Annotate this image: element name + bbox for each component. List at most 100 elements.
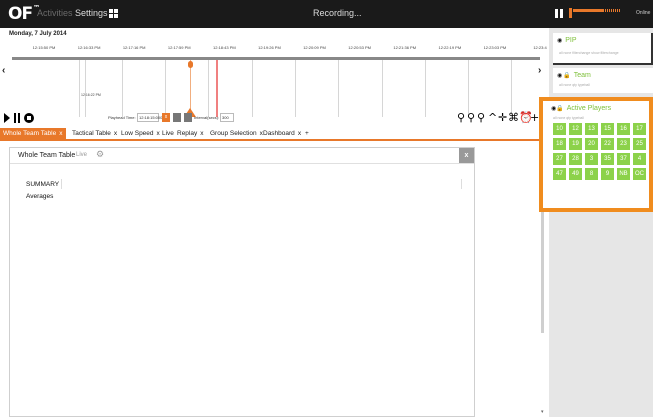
playhead-dot[interactable] bbox=[188, 61, 193, 68]
timeline-ticks: 12:15:50 PM 12:16:33 PM 12:17:16 PM 12:17:5… bbox=[9, 45, 547, 53]
up-icon[interactable]: ^ bbox=[488, 111, 497, 124]
player-chip[interactable]: 25 bbox=[633, 138, 646, 150]
level-meter bbox=[569, 8, 623, 18]
timeline-tick-label: 12:18:43 PM bbox=[213, 45, 236, 50]
scroll-down-icon[interactable]: ▾ bbox=[541, 409, 544, 415]
timeline-gridline bbox=[425, 60, 426, 117]
tab-live[interactable]: Live bbox=[162, 128, 174, 140]
tab-whole-team-table[interactable]: Whole Team Table x bbox=[0, 128, 66, 140]
timeline-next-icon[interactable]: › bbox=[538, 65, 541, 76]
player-chip[interactable]: 27 bbox=[553, 153, 566, 165]
timeline-gridline bbox=[468, 60, 469, 117]
player-grid: 10 12 13 15 16 17 18 19 20 22 23 25 27 28 3 35 37 4 47 49 8 9… bbox=[553, 123, 648, 180]
timeline-gridline bbox=[85, 60, 86, 117]
player-chip[interactable]: 18 bbox=[553, 138, 566, 150]
clear-button[interactable]: x bbox=[162, 113, 170, 122]
app-root: { "app": { "logo": "OF", "logo_mark": "™… bbox=[0, 0, 653, 417]
tab-group-selection[interactable]: Group Selection x bbox=[210, 128, 263, 140]
tab-replay[interactable]: Replay x bbox=[177, 128, 203, 140]
player-chip[interactable]: 3 bbox=[585, 153, 598, 165]
timeline-inner-label: 12:16:22 PM bbox=[81, 93, 101, 97]
timeline-prev-icon[interactable]: ‹ bbox=[2, 65, 5, 76]
player-chip[interactable]: 37 bbox=[617, 153, 630, 165]
nav-activities[interactable]: Activities bbox=[37, 8, 73, 18]
lock-icon[interactable]: 🔒 bbox=[563, 72, 570, 79]
pause-icon[interactable] bbox=[555, 9, 563, 18]
timeline-tick-label: 12:23:4 bbox=[533, 45, 547, 50]
timeline-gridline bbox=[79, 60, 80, 117]
playback-controls: Playhead Time: 12:18:15:000 x Interval(s… bbox=[0, 110, 545, 126]
panel-close-button[interactable]: x bbox=[459, 148, 474, 163]
tab-dashboard[interactable]: Dashboard x bbox=[263, 128, 301, 140]
players-filters[interactable]: all none qty typeball bbox=[553, 116, 584, 120]
player-chip[interactable]: 17 bbox=[633, 123, 646, 135]
column-divider bbox=[461, 179, 462, 189]
player-chip[interactable]: 49 bbox=[569, 168, 582, 180]
pip-card[interactable]: ◉ PIP all none filterchange show filterch… bbox=[553, 33, 653, 65]
playhead-time-label: Playhead Time: bbox=[108, 115, 136, 120]
eye-icon[interactable]: ◉ bbox=[557, 37, 562, 44]
app-logo[interactable]: OF™ bbox=[8, 4, 40, 24]
active-players-title: Active Players bbox=[566, 105, 612, 112]
pip-filters[interactable]: all none filterchange show filterchange bbox=[559, 51, 619, 55]
player-chip[interactable]: 35 bbox=[601, 153, 614, 165]
player-chip[interactable]: 8 bbox=[585, 168, 598, 180]
pause-icon[interactable] bbox=[14, 113, 21, 123]
gear-icon[interactable]: ⚙ bbox=[96, 150, 104, 160]
player-chip[interactable]: 47 bbox=[553, 168, 566, 180]
tab-low-speed[interactable]: Low Speed x bbox=[121, 128, 160, 140]
player-chip[interactable]: 22 bbox=[601, 138, 614, 150]
timeline-tick-label: 12:21:36 PM bbox=[393, 45, 417, 50]
timeline-gridline bbox=[338, 60, 339, 117]
player-chip[interactable]: NB bbox=[617, 168, 630, 180]
timeline-plot[interactable] bbox=[12, 60, 540, 117]
timeline-gridline bbox=[122, 60, 123, 117]
playhead-time-field[interactable]: 12:18:15:000 bbox=[137, 113, 162, 122]
player-chip[interactable]: 13 bbox=[585, 123, 598, 135]
add-tab-button[interactable]: + bbox=[305, 128, 309, 140]
timeline-tick-label: 12:22:19 PM bbox=[438, 45, 462, 50]
player-chip[interactable]: 19 bbox=[569, 138, 582, 150]
lock-icon[interactable]: 🔒 bbox=[556, 105, 563, 112]
player-chip[interactable]: 20 bbox=[585, 138, 598, 150]
team-card[interactable]: ◉🔒 Team all none qty typeball bbox=[553, 68, 653, 93]
expand-icon[interactable]: ✛ bbox=[498, 111, 507, 124]
right-sidebar: ◉ PIP all none filterchange show filterch… bbox=[549, 28, 653, 417]
connection-status: Online bbox=[636, 10, 651, 16]
timeline-tick-label: 12:19:26 PM bbox=[258, 45, 281, 50]
player-chip[interactable]: 10 bbox=[553, 123, 566, 135]
control-button-1[interactable] bbox=[173, 113, 181, 122]
summary-heading: SUMMARY bbox=[26, 181, 60, 188]
zoom-out-icon[interactable]: ⚲ bbox=[477, 111, 485, 124]
stop-icon[interactable] bbox=[24, 113, 34, 123]
recording-status: Recording... bbox=[313, 8, 362, 18]
plus-icon[interactable]: + bbox=[530, 111, 539, 124]
player-chip[interactable]: 28 bbox=[569, 153, 582, 165]
timeline-tick-label: 12:20:09 PM bbox=[303, 45, 326, 50]
player-chip[interactable]: 23 bbox=[617, 138, 630, 150]
timeline-tick-label: 12:16:33 PM bbox=[77, 45, 101, 50]
timeline-gridline bbox=[208, 60, 209, 117]
player-chip[interactable]: 16 bbox=[617, 123, 630, 135]
search-icon[interactable]: ⚲ bbox=[457, 111, 465, 124]
player-chip[interactable]: 9 bbox=[601, 168, 614, 180]
grid-icon[interactable] bbox=[109, 9, 118, 18]
timeline-gridline bbox=[252, 60, 253, 117]
timeline-gridline bbox=[511, 60, 512, 117]
timeline-tick-label: 12:17:16 PM bbox=[122, 45, 146, 50]
eye-icon[interactable]: ◉ bbox=[557, 72, 562, 79]
player-chip[interactable]: 15 bbox=[601, 123, 614, 135]
team-filters[interactable]: all none qty typeball bbox=[559, 83, 590, 87]
play-icon[interactable] bbox=[4, 113, 10, 123]
player-chip[interactable]: 12 bbox=[569, 123, 582, 135]
zoom-in-icon[interactable]: ⚲ bbox=[467, 111, 475, 124]
control-button-2[interactable] bbox=[184, 113, 192, 122]
player-chip[interactable]: 4 bbox=[633, 153, 646, 165]
averages-row: Averages bbox=[26, 193, 54, 200]
interval-field[interactable]: 300 bbox=[220, 113, 234, 122]
tab-tactical-table[interactable]: Tactical Table x bbox=[72, 128, 117, 140]
team-title: Team bbox=[573, 72, 591, 79]
nav-settings[interactable]: Settings bbox=[75, 8, 108, 18]
collapse-icon[interactable]: ⌘ bbox=[508, 111, 519, 124]
player-chip[interactable]: OC bbox=[633, 168, 646, 180]
